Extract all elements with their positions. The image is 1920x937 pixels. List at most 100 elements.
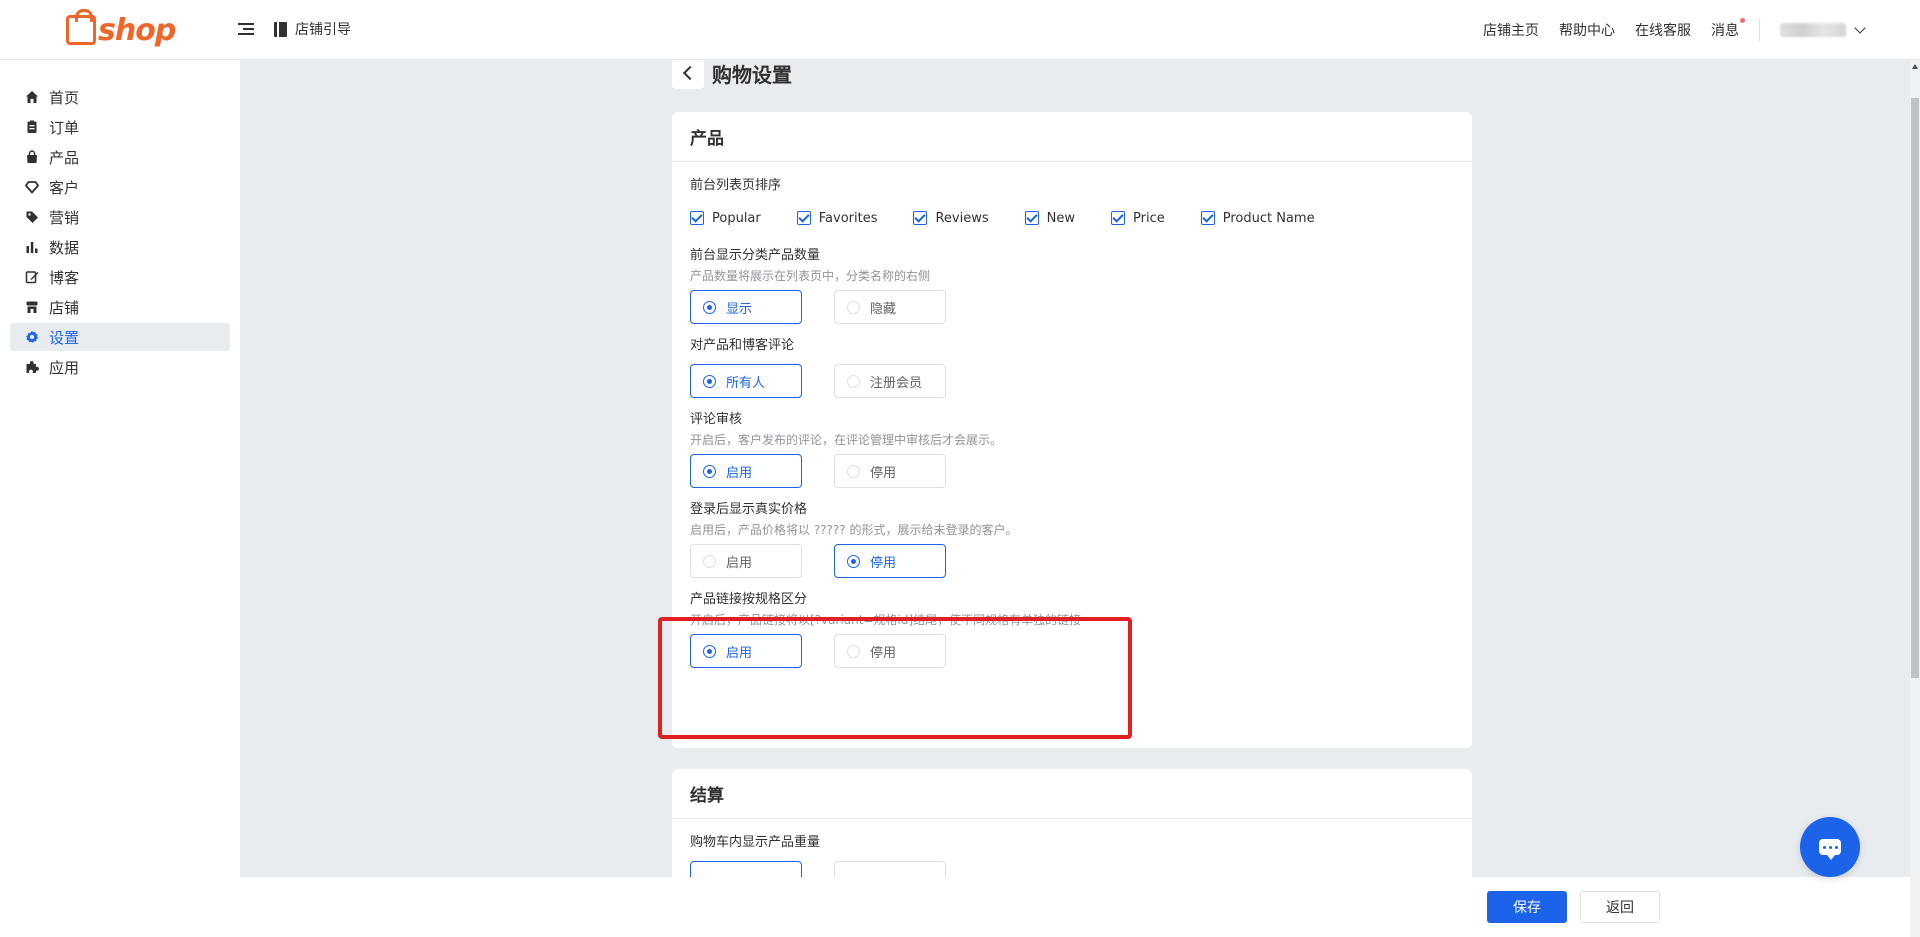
checkbox-checked-icon [690,211,704,225]
radio-label: 注册会员 [870,375,923,391]
radio-empty-icon [847,464,860,478]
radio-enable[interactable]: 启用 [690,454,802,488]
top-header: shop 店铺引导 店铺主页 帮助中心 在线客服 消息 [0,0,1920,60]
sidebar-item-label: 博客 [49,268,80,287]
sidebar-item-customers[interactable]: 客户 [10,173,230,201]
radio-show[interactable]: 显示 [690,290,802,324]
order-icon [25,120,39,134]
category-count-field: 前台显示分类产品数量 产品数量将展示在列表页中，分类名称的右侧 显示 隐藏 [690,246,1454,324]
annotation-highlight-box [658,617,1132,739]
field-label: 前台显示分类产品数量 [690,248,821,263]
user-name-blurred [1780,23,1846,37]
diamond-icon [25,180,39,194]
book-icon [274,21,287,37]
comment-permission-field: 对产品和博客评论 所有人 注册会员 [690,336,1454,398]
logo[interactable]: shop [66,9,176,50]
sidebar-item-data[interactable]: 数据 [10,233,230,261]
checkbox-checked-icon [1024,211,1039,225]
radio-option[interactable] [690,861,802,877]
radio-group: 启用 停用 [690,544,1454,578]
radio-hide[interactable]: 隐藏 [834,290,946,324]
sidebar-item-products[interactable]: 产品 [10,143,230,171]
radio-enable[interactable]: 启用 [690,544,802,578]
messages-link[interactable]: 消息 [1711,18,1745,40]
user-menu[interactable] [1780,22,1866,37]
bag-icon [25,150,39,164]
sort-checkbox-price[interactable]: Price [1111,211,1165,226]
radio-members[interactable]: 注册会员 [834,364,946,398]
login-price-field: 登录后显示真实价格 启用后，产品价格将以 ????? 的形式，展示给未登录的客户… [690,500,1454,578]
radio-disable[interactable]: 停用 [834,544,946,578]
sidebar-item-label: 订单 [49,118,80,137]
radio-label: 停用 [870,555,897,571]
sort-checkbox-new[interactable]: New [1024,210,1075,226]
sort-checkbox-group: Popular Favorites Reviews New Price Prod… [690,202,1454,234]
gear-icon [25,330,39,344]
sidebar: 首页 订单 产品 客户 营销 数据 博客 店铺 设置 应用 [0,60,240,937]
radio-selected-icon [703,374,716,388]
radio-empty-icon [703,554,716,568]
help-center-link[interactable]: 帮助中心 [1559,20,1615,40]
chat-support-button[interactable] [1800,817,1860,877]
field-description: 启用后，产品价格将以 ????? 的形式，展示给未登录的客户。 [690,523,1018,537]
online-support-link[interactable]: 在线客服 [1635,20,1691,40]
sidebar-item-label: 产品 [49,148,80,167]
checkout-settings-card: 结算 购物车内显示产品重量 [672,769,1472,877]
tag-icon [25,210,39,224]
sidebar-item-settings[interactable]: 设置 [10,323,230,351]
sidebar-item-label: 店铺 [49,298,80,317]
sidebar-item-label: 客户 [49,178,80,197]
field-label: 产品链接按规格区分 [690,592,808,607]
card-body: 购物车内显示产品重量 [672,819,1472,877]
sidebar-item-label: 营销 [49,208,80,227]
home-icon [25,90,39,104]
page-title: 购物设置 [712,62,792,87]
vertical-scrollbar[interactable] [1910,60,1920,937]
sort-checkbox-reviews[interactable]: Reviews [913,211,989,226]
radio-disable[interactable]: 停用 [834,454,946,488]
radio-selected-icon [703,464,716,478]
sidebar-item-store[interactable]: 店铺 [10,293,230,321]
review-moderation-field: 评论审核 开启后，客户发布的评论，在评论管理中审核后才会展示。 启用 停用 [690,410,1454,488]
card-body: 前台列表页排序 Popular Favorites Reviews New Pr… [672,162,1472,668]
store-guide-label: 店铺引导 [295,22,351,38]
sidebar-item-marketing[interactable]: 营销 [10,203,230,231]
checkbox-label: Price [1133,210,1165,226]
radio-label: 显示 [726,301,753,317]
field-label: 对产品和博客评论 [690,338,795,353]
radio-everyone[interactable]: 所有人 [690,364,802,398]
store-home-link[interactable]: 店铺主页 [1483,20,1539,40]
sidebar-item-apps[interactable]: 应用 [10,353,230,381]
checkbox-checked-icon [796,211,811,225]
menu-toggle-icon[interactable] [238,20,254,38]
store-icon [25,300,39,314]
card-title: 结算 [672,769,1472,819]
sidebar-item-blog[interactable]: 博客 [10,263,230,291]
sort-field: 前台列表页排序 Popular Favorites Reviews New Pr… [690,176,1454,234]
radio-label: 停用 [870,465,897,481]
radio-selected-icon [703,300,716,314]
scroll-up-arrow-icon[interactable] [1912,64,1918,69]
save-button[interactable]: 保存 [1487,891,1567,923]
sidebar-item-label: 首页 [49,88,80,107]
store-guide-link[interactable]: 店铺引导 [274,19,351,39]
sort-checkbox-favorites[interactable]: Favorites [796,210,878,226]
checkbox-label: Favorites [818,210,878,226]
back-arrow-button[interactable] [672,60,704,89]
sidebar-item-orders[interactable]: 订单 [10,113,230,141]
sort-checkbox-product-name[interactable]: Product Name [1200,211,1315,226]
radio-group: 显示 隐藏 [690,290,1454,324]
sidebar-item-home[interactable]: 首页 [10,83,230,111]
checkbox-label: New [1046,210,1075,226]
radio-group: 启用 停用 [690,454,1454,488]
radio-option[interactable] [834,861,946,877]
radio-label: 启用 [726,555,753,571]
chat-bubble-icon [1819,839,1841,860]
back-button[interactable]: 返回 [1580,891,1660,923]
sort-checkbox-popular[interactable]: Popular [690,211,761,226]
field-description: 产品数量将展示在列表页中，分类名称的右侧 [690,269,931,283]
radio-label: 所有人 [726,375,766,391]
chevron-down-icon [1854,22,1866,34]
scrollbar-thumb[interactable] [1911,98,1919,678]
edit-icon [25,270,39,284]
